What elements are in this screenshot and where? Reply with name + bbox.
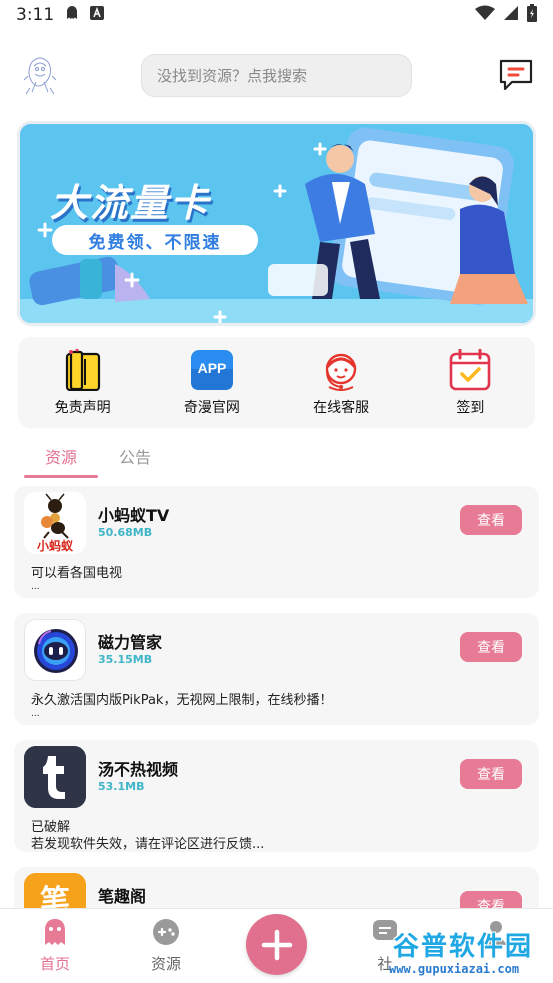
phone-book-icon <box>61 348 105 392</box>
wifi-icon <box>475 5 495 26</box>
resource-description: 可以看各国电视 ... <box>31 565 122 592</box>
tumblr-app-icon <box>24 746 86 808</box>
search-input[interactable]: 没找到资源？点我搜索 <box>141 54 412 97</box>
gamepad-icon <box>151 917 181 947</box>
calendar-check-icon <box>448 348 492 391</box>
robot-app-icon <box>24 619 86 681</box>
description-more: ... <box>31 709 40 719</box>
resource-card[interactable]: 汤不热视频 53.1MB 查看 已破解 若发现软件失效，请在评论区进行反馈... <box>14 740 539 852</box>
quick-link-label: 签到 <box>456 400 485 416</box>
quick-link-label: 免责声明 <box>54 400 111 416</box>
top-header: 没找到资源？点我搜索 <box>0 50 553 102</box>
svg-text:小蚂蚁: 小蚂蚁 <box>37 538 74 553</box>
promo-banner[interactable]: 大流量卡 免费领、不限速 <box>17 121 536 326</box>
status-bar: 3:11 <box>0 0 553 30</box>
customer-service-icon <box>319 349 363 391</box>
ghost-home-icon <box>40 917 70 947</box>
app-logo-icon[interactable] <box>20 52 60 96</box>
battery-icon <box>527 3 537 27</box>
nav-home[interactable]: 首页 <box>25 917 85 974</box>
add-button[interactable] <box>246 914 307 975</box>
description-line: 永久激活国内版PikPak，无视网上限制，在线秒播！ <box>31 693 333 708</box>
ant-app-icon: 小蚂蚁 <box>24 492 86 554</box>
quick-link-support[interactable]: 在线客服 <box>277 337 406 428</box>
watermark-text: 谷普软件园 <box>393 932 534 962</box>
quick-link-label: 奇漫官网 <box>183 400 240 416</box>
banner-title: 大流量卡 <box>50 181 211 225</box>
resource-name: 笔趣阁 <box>98 887 147 906</box>
tab-announcements[interactable]: 公告 <box>98 440 172 478</box>
status-right <box>475 3 537 27</box>
description-line: 已破解 <box>31 820 71 835</box>
quick-link-checkin[interactable]: 签到 <box>406 337 535 428</box>
view-button[interactable]: 查看 <box>460 759 522 789</box>
nav-label: 首页 <box>39 955 70 973</box>
notification-ghost-icon <box>64 5 80 26</box>
app-screen: 3:11 没找到资源？点我搜索 大流量卡 免费领、不限速 免责声明 APP 奇漫… <box>0 0 553 983</box>
resource-size: 53.1MB <box>98 780 145 793</box>
description-line: 可以看各国电视 <box>31 566 123 581</box>
banner-subtitle: 免费领、不限速 <box>52 225 258 255</box>
resource-name: 小蚂蚁TV <box>98 506 170 525</box>
quick-link-label: 在线客服 <box>313 400 370 416</box>
resource-description: 已破解 若发现软件失效，请在评论区进行反馈... <box>31 819 264 853</box>
plus-icon <box>261 929 292 960</box>
quick-link-disclaimer[interactable]: 免责声明 <box>18 337 147 428</box>
signal-icon <box>503 5 519 26</box>
resource-card[interactable]: 磁力管家 35.15MB 查看 永久激活国内版PikPak，无视网上限制，在线秒… <box>14 613 539 725</box>
keyboard-a-icon <box>90 5 105 25</box>
description-line: 若发现软件失效，请在评论区进行反馈... <box>31 837 265 852</box>
quick-link-website[interactable]: APP 奇漫官网 <box>147 337 276 428</box>
view-button[interactable]: 查看 <box>460 505 522 535</box>
status-time: 3:11 <box>16 5 55 25</box>
watermark: 谷普软件园 www.gupuxiazai.com <box>385 922 553 982</box>
resource-name: 汤不热视频 <box>98 760 179 779</box>
content-tabs: 资源 公告 <box>24 440 172 478</box>
description-more: ... <box>31 582 40 592</box>
tab-resources[interactable]: 资源 <box>24 440 98 478</box>
message-icon[interactable] <box>498 58 534 92</box>
resource-size: 50.68MB <box>98 526 153 539</box>
resource-name: 磁力管家 <box>98 633 163 652</box>
nav-label: 资源 <box>150 955 181 973</box>
watermark-url: www.gupuxiazai.com <box>389 962 520 976</box>
resource-description: 永久激活国内版PikPak，无视网上限制，在线秒播！ ... <box>31 692 332 719</box>
app-icon: APP <box>190 349 234 391</box>
svg-text:APP: APP <box>197 360 226 376</box>
quick-links: 免责声明 APP 奇漫官网 在线客服 签到 <box>18 337 535 428</box>
resource-card[interactable]: 小蚂蚁 小蚂蚁TV 50.68MB 查看 可以看各国电视 ... <box>14 486 539 598</box>
view-button[interactable]: 查看 <box>460 632 522 662</box>
resource-size: 35.15MB <box>98 653 153 666</box>
nav-resources[interactable]: 资源 <box>136 917 196 974</box>
